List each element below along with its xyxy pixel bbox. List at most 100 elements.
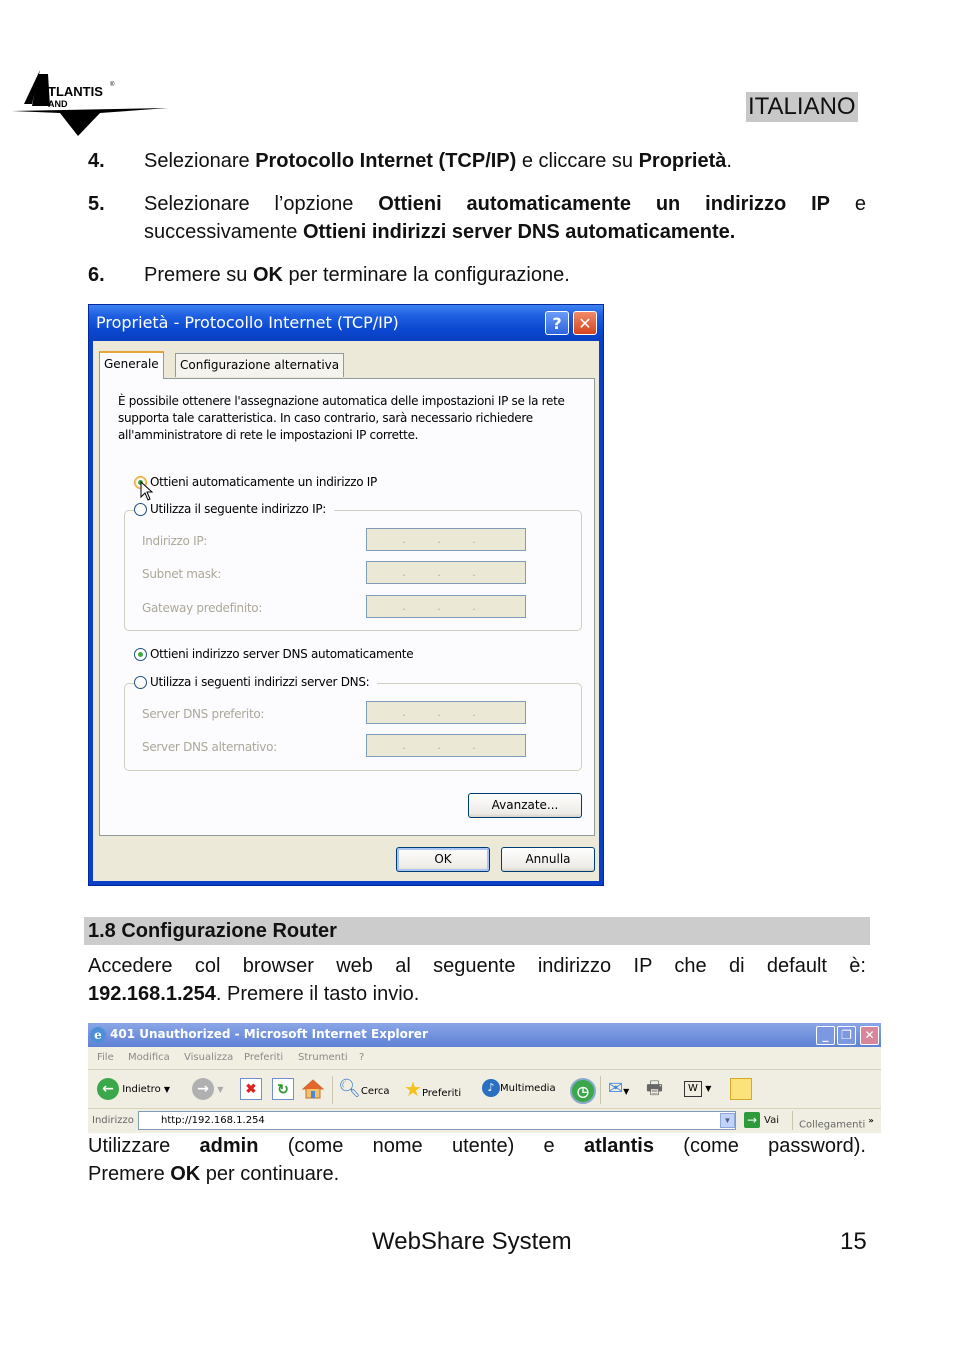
tcpip-properties-dialog: Proprietà - Protocollo Internet (TCP/IP)… — [88, 304, 604, 886]
menu-visualizza[interactable]: Visualizza — [184, 1052, 233, 1063]
section-heading: 1.8 Configurazione Router — [84, 917, 870, 945]
history-icon[interactable]: ◷ — [570, 1078, 596, 1104]
tab-panel-generale: È possibile ottenere l'assegnazione auto… — [99, 378, 595, 836]
emphasis-text: Ottieni automaticamente un indirizzo IP — [378, 193, 831, 215]
paragraph-text: Utilizzare — [88, 1135, 200, 1157]
discuss-note-icon[interactable] — [730, 1078, 752, 1100]
cancel-button[interactable]: Annulla — [501, 847, 595, 872]
subnet-mask-field[interactable]: . . . — [366, 561, 526, 584]
dns-preferred-field[interactable]: . . . — [366, 701, 526, 724]
radio-label: Utilizza i seguenti indirizzi server DNS… — [150, 675, 370, 689]
tab-generale[interactable]: Generale — [99, 351, 164, 379]
help-icon: ? — [552, 314, 562, 333]
paragraph-text: (come nome utente) e — [258, 1135, 584, 1157]
dropdown-arrow-icon: ▼ — [705, 1084, 712, 1093]
radio-dns-manual[interactable]: Utilizza i seguenti indirizzi server DNS… — [134, 675, 378, 689]
dropdown-arrow-icon: ▼ — [163, 1085, 171, 1094]
back-arrow-icon: ← — [97, 1078, 119, 1100]
atlantis-land-logo: TLANTIS ® AND — [12, 70, 168, 136]
mail-button[interactable]: ✉▼ — [608, 1078, 629, 1103]
restore-button[interactable]: ❐ — [837, 1026, 856, 1045]
dns-alternate-field[interactable]: . . . — [366, 734, 526, 757]
step-text-part: Premere su — [144, 264, 253, 286]
paragraph-line: 192.168.1.254. Premere il tasto invio. — [88, 983, 419, 1005]
chevron-more-icon: » — [868, 1115, 874, 1125]
page-number: 15 — [840, 1228, 867, 1255]
radio-ip-auto[interactable]: Ottieni automaticamente un indirizzo IP — [134, 475, 377, 489]
address-label: Indirizzo — [92, 1115, 134, 1126]
back-label: Indietro — [122, 1084, 161, 1095]
radio-dns-auto[interactable]: Ottieni indirizzo server DNS automaticam… — [134, 647, 414, 661]
footer-product: WebShare System — [372, 1228, 572, 1255]
edit-button[interactable]: W ▼ — [684, 1078, 711, 1100]
ok-text: OK — [170, 1163, 201, 1185]
default-ip: 192.168.1.254 — [88, 983, 216, 1005]
emphasis-text: Proprietà — [638, 150, 727, 172]
radio-ip-manual[interactable]: Utilizza il seguente indirizzo IP: — [134, 502, 335, 516]
address-dropdown-button[interactable]: ▼ — [720, 1113, 735, 1128]
credentials-paragraph: Utilizzare admin (come nome utente) e at… — [88, 1132, 866, 1188]
ip-address-field[interactable]: . . . — [366, 528, 526, 551]
close-icon: ✕ — [864, 1028, 875, 1042]
toolbar-separator — [600, 1076, 601, 1104]
username-value: admin — [199, 1135, 259, 1157]
svg-text:®: ® — [110, 81, 115, 88]
mail-icon: ✉ — [608, 1078, 624, 1099]
step-text-part: Selezionare l’opzione — [144, 193, 379, 215]
dialog-title: Proprietà - Protocollo Internet (TCP/IP) — [96, 313, 399, 332]
tab-configurazione-alternativa[interactable]: Configurazione alternativa — [175, 353, 345, 377]
menu-preferiti[interactable]: Preferiti — [244, 1052, 283, 1063]
step-text: Premere su OK per terminare la configura… — [144, 261, 866, 289]
word-edit-icon: W — [684, 1081, 702, 1097]
emphasis-text: Ottieni indirizzi server DNS automaticam… — [302, 221, 736, 243]
address-bar: Indirizzo http://192.168.1.254 ▼ → Vai Co… — [88, 1109, 881, 1133]
close-button[interactable]: ✕ — [573, 311, 597, 335]
gateway-field[interactable]: . . . — [366, 595, 526, 618]
menu-file[interactable]: File — [97, 1052, 114, 1063]
svg-text:TLANTIS: TLANTIS — [48, 84, 103, 99]
step-text-part: e cliccare su — [516, 150, 639, 172]
step-number: 4. — [88, 150, 105, 172]
chevron-down-icon: ▼ — [723, 1116, 732, 1125]
menu-help[interactable]: ? — [359, 1052, 364, 1063]
menu-strumenti[interactable]: Strumenti — [298, 1052, 348, 1063]
print-button[interactable]: 🖶 — [646, 1078, 663, 1103]
dialog-titlebar: Proprietà - Protocollo Internet (TCP/IP)… — [89, 305, 603, 341]
paragraph-text: per continuare. — [200, 1163, 340, 1185]
refresh-icon[interactable]: ↻ — [272, 1078, 294, 1100]
ok-button[interactable]: OK — [396, 847, 490, 872]
mouse-pointer-icon — [140, 481, 154, 501]
favorites-button[interactable]: ★Preferiti — [404, 1078, 461, 1105]
print-icon: 🖶 — [646, 1078, 663, 1099]
browser-title: 401 Unauthorized - Microsoft Internet Ex… — [110, 1027, 428, 1041]
go-arrow-icon: → — [744, 1112, 760, 1128]
step-6: 6. Premere su OK per terminare la config… — [88, 261, 866, 289]
address-input[interactable]: http://192.168.1.254 — [138, 1111, 736, 1130]
help-button[interactable]: ? — [545, 311, 569, 335]
step-number: 5. — [88, 193, 105, 215]
forward-button[interactable]: → ▼ — [192, 1078, 223, 1101]
links-label: Collegamenti — [799, 1119, 866, 1131]
home-icon[interactable] — [302, 1078, 324, 1100]
close-button[interactable]: ✕ — [860, 1026, 879, 1045]
language-label: ITALIANO — [746, 92, 858, 122]
dialog-description: È possibile ottenere l'assegnazione auto… — [118, 394, 565, 442]
dropdown-arrow-icon: ▼ — [623, 1087, 630, 1096]
subnet-mask-label: Subnet mask: — [142, 567, 222, 581]
stop-icon[interactable]: ✖ — [240, 1078, 262, 1100]
step-text: Selezionare l’opzione Ottieni automatica… — [144, 190, 866, 246]
toolbar: ← Indietro ▼ → ▼ ✖ ↻ 🔍︎Cerca ★Preferiti … — [88, 1070, 881, 1109]
internet-explorer-window: e 401 Unauthorized - Microsoft Internet … — [88, 1023, 881, 1133]
advanced-button[interactable]: Avanzate... — [468, 793, 582, 818]
go-button[interactable]: → Vai — [744, 1111, 779, 1130]
search-label: Cerca — [360, 1086, 390, 1097]
paragraph-text: . Premere il tasto invio. — [215, 983, 420, 1005]
dialog-body: Generale Configurazione alternativa È po… — [93, 341, 599, 881]
search-button[interactable]: 🔍︎Cerca — [338, 1078, 390, 1103]
minimize-button[interactable]: _ — [816, 1026, 835, 1045]
menu-modifica[interactable]: Modifica — [128, 1052, 170, 1063]
restore-icon: ❐ — [841, 1028, 852, 1042]
media-button[interactable]: ♪ Multimedia — [482, 1078, 556, 1100]
back-button[interactable]: ← Indietro ▼ — [97, 1078, 170, 1101]
links-button[interactable]: Collegamenti » — [792, 1111, 874, 1130]
